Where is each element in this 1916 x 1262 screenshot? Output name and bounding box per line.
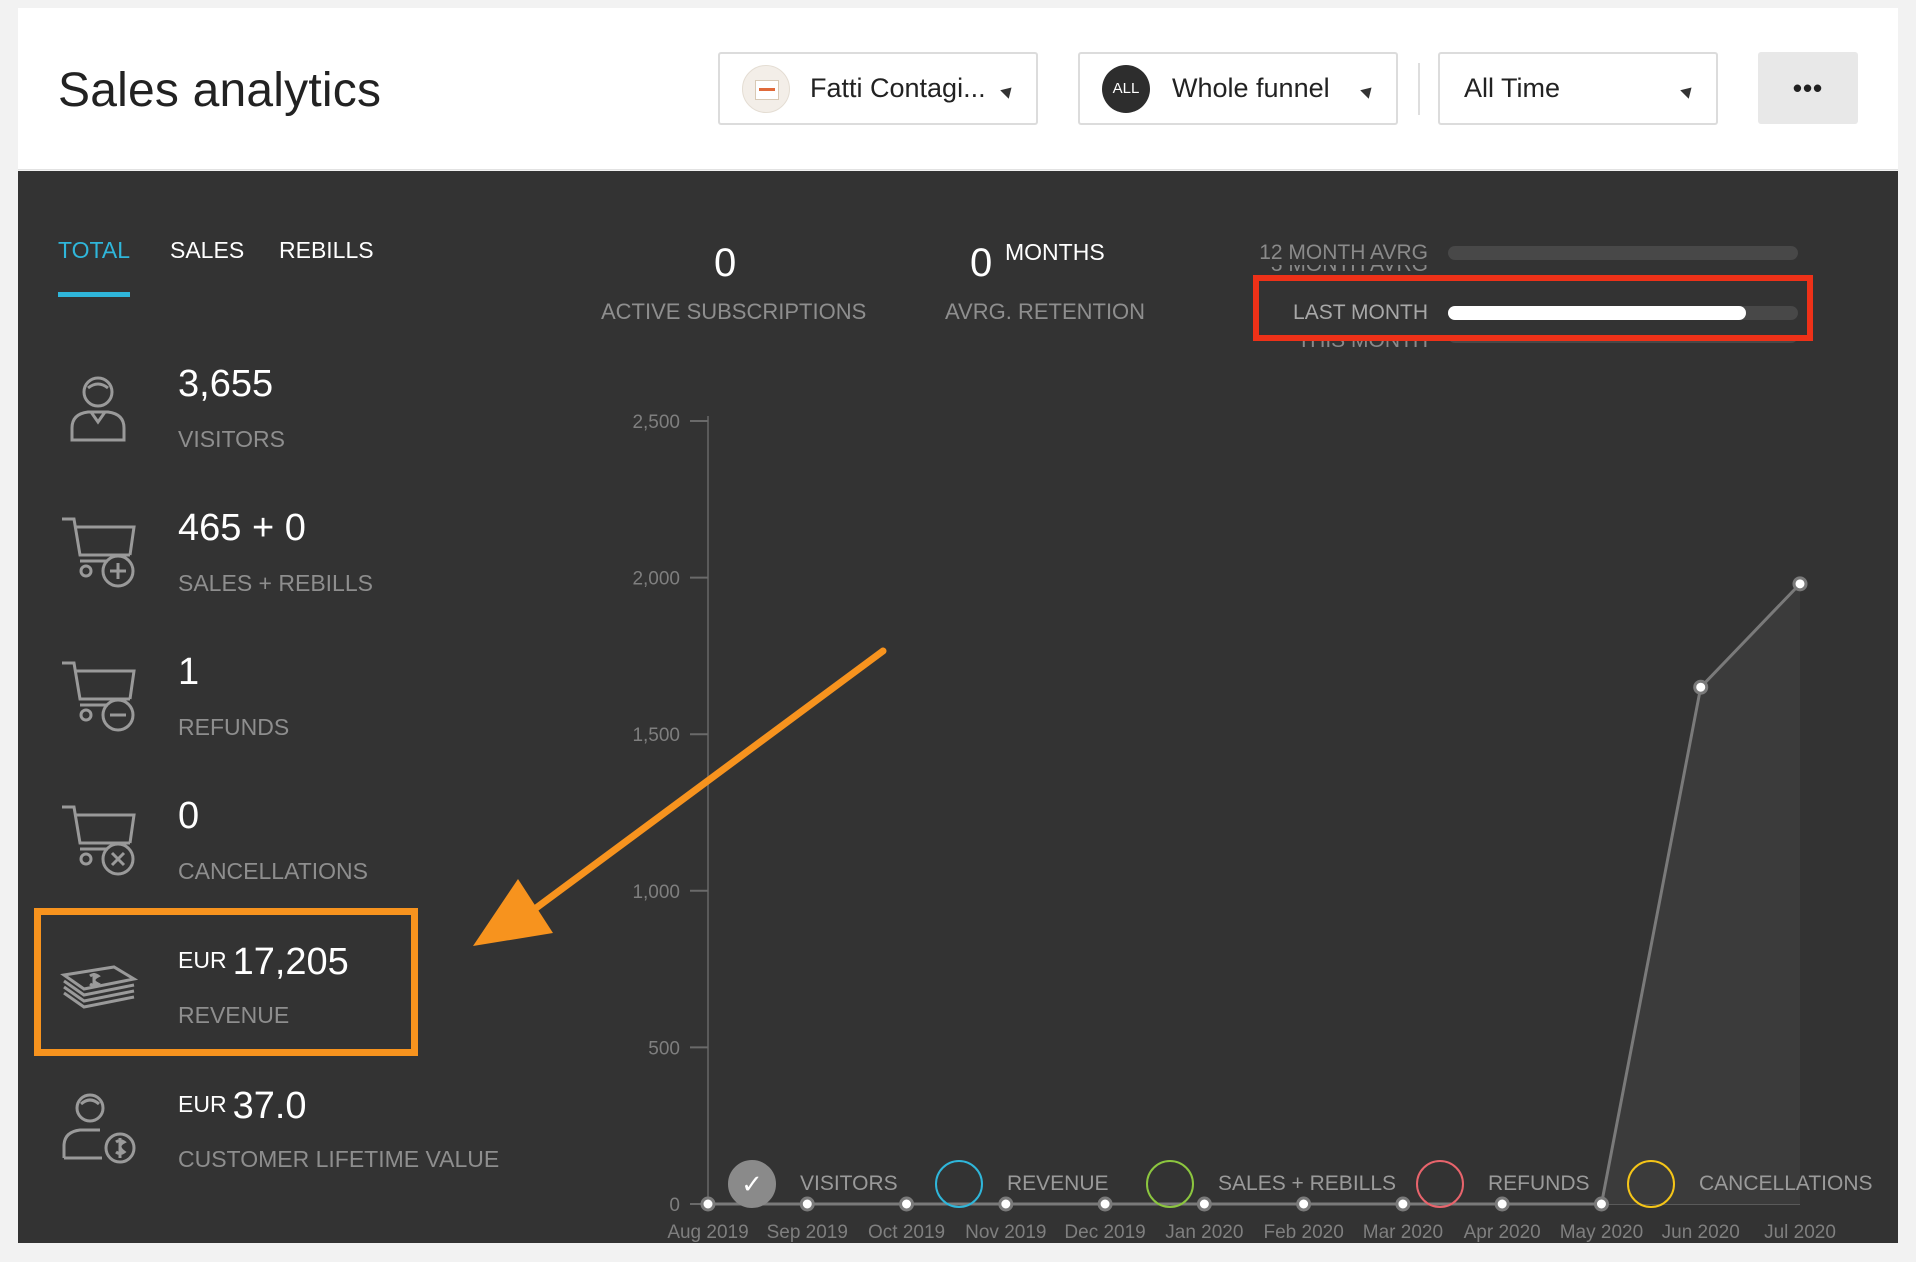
legend-circle-icon bbox=[1627, 1160, 1675, 1208]
analytics-panel: 0 500 1,000 1,500 2,000 2,500 Aug 2019 Sep 2019… bbox=[18, 171, 1898, 1243]
y-tick-label: 2,000 bbox=[632, 569, 680, 590]
check-icon: ✓ bbox=[728, 1160, 776, 1208]
refunds-label: REFUNDS bbox=[178, 714, 290, 740]
retention-value: 0 bbox=[970, 241, 993, 285]
last-month-highlight bbox=[1253, 275, 1813, 341]
visitors-value: 3,655 bbox=[178, 363, 274, 405]
cart-plus-icon bbox=[58, 511, 138, 591]
page-title: Sales analytics bbox=[58, 64, 382, 117]
y-tick-label: 0 bbox=[669, 1195, 680, 1216]
x-tick-label: Oct 2019 bbox=[868, 1222, 945, 1243]
x-tick-label: Aug 2019 bbox=[667, 1222, 748, 1243]
clv-amount: 37.0 bbox=[232, 1085, 307, 1127]
legend-refunds[interactable]: REFUNDS bbox=[1416, 1160, 1590, 1208]
legend-label: REVENUE bbox=[1007, 1172, 1109, 1195]
x-tick-label: Dec 2019 bbox=[1064, 1222, 1145, 1243]
x-tick-label: Jan 2020 bbox=[1165, 1222, 1243, 1243]
clv-label: CUSTOMER LIFETIME VALUE bbox=[178, 1146, 500, 1172]
legend-circle-icon bbox=[1146, 1160, 1194, 1208]
data-point bbox=[1792, 576, 1808, 592]
tab-total[interactable]: TOTAL bbox=[58, 237, 130, 264]
time-range-dropdown[interactable]: All Time bbox=[1438, 52, 1718, 125]
refunds-value: 1 bbox=[178, 651, 200, 693]
active-tab-indicator bbox=[58, 292, 130, 297]
dropdown-arrow-icon bbox=[1360, 83, 1376, 99]
dropdown-arrow-icon bbox=[1000, 83, 1016, 99]
cancellations-label: CANCELLATIONS bbox=[178, 858, 369, 884]
legend-label: SALES + REBILLS bbox=[1218, 1172, 1397, 1195]
x-tick-label: Jun 2020 bbox=[1662, 1222, 1740, 1243]
clv-currency: EUR bbox=[178, 1091, 227, 1117]
revenue-highlight bbox=[34, 908, 418, 1056]
product-dropdown[interactable]: Fatti Contagi... bbox=[718, 52, 1038, 125]
y-tick-label: 2,500 bbox=[632, 412, 680, 433]
retention-label: AVRG. RETENTION bbox=[945, 299, 1146, 324]
retention-unit: MONTHS bbox=[1005, 239, 1105, 265]
data-point bbox=[1693, 679, 1709, 695]
y-tick-label: 500 bbox=[648, 1038, 680, 1059]
avg-12-month-bar bbox=[1448, 246, 1798, 260]
legend-cancellations[interactable]: CANCELLATIONS bbox=[1627, 1160, 1873, 1208]
legend-circle-icon bbox=[935, 1160, 983, 1208]
product-dropdown-value: Fatti Contagi... bbox=[810, 73, 986, 103]
visitor-icon bbox=[58, 366, 138, 446]
sales-rebills-label: SALES + REBILLS bbox=[178, 570, 373, 596]
cart-minus-icon bbox=[58, 655, 138, 735]
funnel-dropdown[interactable]: ALL Whole funnel bbox=[1078, 52, 1398, 125]
legend-revenue[interactable]: REVENUE bbox=[935, 1160, 1109, 1208]
legend-circle-icon bbox=[1416, 1160, 1464, 1208]
x-tick-label: Mar 2020 bbox=[1363, 1222, 1443, 1243]
product-logo-icon bbox=[742, 64, 790, 113]
time-range-value: All Time bbox=[1464, 73, 1561, 103]
legend-sales-rebills[interactable]: SALES + REBILLS bbox=[1146, 1160, 1396, 1208]
header-divider bbox=[1418, 63, 1420, 115]
cancellations-value: 0 bbox=[178, 795, 200, 837]
tab-sales[interactable]: SALES bbox=[170, 237, 244, 264]
x-tick-label: Jul 2020 bbox=[1764, 1222, 1836, 1243]
clv-value: EUR 37.0 bbox=[178, 1085, 307, 1128]
y-tick-label: 1,000 bbox=[632, 882, 680, 903]
y-tick-label: 1,500 bbox=[632, 725, 680, 746]
legend-visitors[interactable]: ✓ VISITORS bbox=[728, 1160, 898, 1208]
app-root: Sales analytics Fatti Contagi... ALL Who… bbox=[0, 0, 1916, 1262]
page-header: Sales analytics Fatti Contagi... ALL Who… bbox=[18, 8, 1898, 170]
active-subscriptions-label: ACTIVE SUBSCRIPTIONS bbox=[601, 299, 867, 324]
funnel-badge: ALL bbox=[1102, 64, 1150, 113]
x-tick-label: Apr 2020 bbox=[1464, 1222, 1541, 1243]
cart-x-icon bbox=[58, 799, 138, 879]
series-area bbox=[708, 583, 1800, 1204]
x-tick-label: Nov 2019 bbox=[965, 1222, 1046, 1243]
customer-value-icon bbox=[58, 1086, 138, 1166]
sales-rebills-value: 465 + 0 bbox=[178, 507, 306, 549]
legend-label: VISITORS bbox=[800, 1172, 898, 1195]
x-tick-label: Feb 2020 bbox=[1263, 1222, 1343, 1243]
data-point bbox=[700, 1196, 716, 1212]
tab-rebills[interactable]: REBILLS bbox=[279, 237, 374, 264]
data-point bbox=[899, 1196, 915, 1212]
avg-12-month-label: 12 MONTH AVRG bbox=[1259, 241, 1428, 264]
data-point bbox=[1395, 1196, 1411, 1212]
legend-label: REFUNDS bbox=[1488, 1172, 1590, 1195]
x-tick-label: Sep 2019 bbox=[767, 1222, 848, 1243]
x-tick-label: May 2020 bbox=[1560, 1222, 1643, 1243]
legend-label: CANCELLATIONS bbox=[1699, 1172, 1873, 1195]
more-options-button[interactable]: ••• bbox=[1758, 52, 1858, 124]
visitors-label: VISITORS bbox=[178, 426, 285, 452]
data-point bbox=[1593, 1196, 1609, 1212]
funnel-dropdown-value: Whole funnel bbox=[1172, 73, 1330, 103]
dropdown-arrow-icon bbox=[1680, 83, 1696, 99]
active-subscriptions-value: 0 bbox=[714, 241, 737, 285]
